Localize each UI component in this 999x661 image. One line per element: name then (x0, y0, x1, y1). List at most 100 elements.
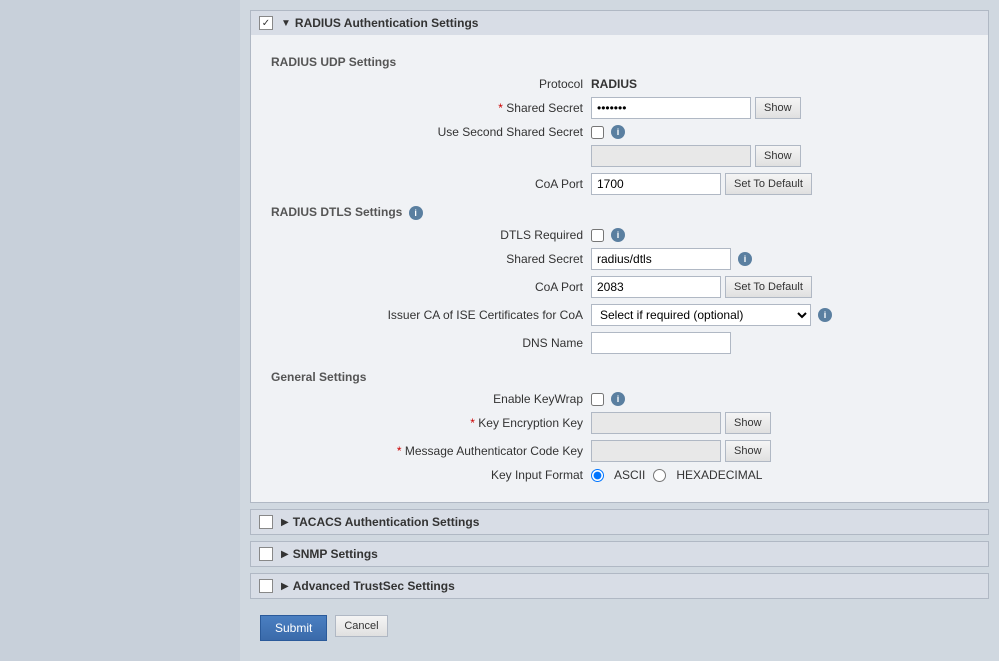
second-shared-secret-input[interactable] (591, 145, 751, 167)
protocol-row: Protocol RADIUS (271, 77, 968, 91)
dtls-coa-port-input[interactable] (591, 276, 721, 298)
snmp-section: ▶ SNMP Settings (250, 541, 989, 567)
ascii-label: ASCII (614, 468, 645, 482)
coa-port-udp-input[interactable] (591, 173, 721, 195)
mac-required-marker: * (397, 444, 405, 458)
snmp-section-title: SNMP Settings (293, 547, 378, 561)
issuer-ca-info-icon[interactable]: i (818, 308, 832, 322)
shared-secret-row: * Shared Secret Show (271, 97, 968, 119)
dtls-subsection-info-icon[interactable]: i (409, 206, 423, 220)
enable-keywrap-label: Enable KeyWrap (271, 392, 591, 406)
coa-port-udp-controls: Set To Default (591, 173, 812, 195)
dns-name-row: DNS Name (271, 332, 968, 354)
mac-key-controls: Show (591, 440, 771, 462)
key-encryption-input[interactable] (591, 412, 721, 434)
dns-name-controls (591, 332, 731, 354)
mac-key-label: * Message Authenticator Code Key (271, 444, 591, 458)
mac-show-button[interactable]: Show (725, 440, 771, 462)
radius-arrow-icon: ▼ (281, 18, 291, 29)
mac-key-input[interactable] (591, 440, 721, 462)
advanced-checkbox[interactable] (259, 579, 273, 593)
dtls-coa-port-label: CoA Port (271, 280, 591, 294)
tacacs-checkbox[interactable] (259, 515, 273, 529)
key-encryption-label: * Key Encryption Key (271, 416, 591, 430)
use-second-shared-secret-row: Use Second Shared Secret i (271, 125, 968, 139)
use-second-shared-secret-checkbox[interactable] (591, 126, 604, 139)
dtls-required-checkbox[interactable] (591, 229, 604, 242)
page-container: ▼ RADIUS Authentication Settings RADIUS … (0, 0, 999, 661)
dtls-subsection-title: RADIUS DTLS Settings i (271, 205, 968, 220)
advanced-section: ▶ Advanced TrustSec Settings (250, 573, 989, 599)
advanced-section-header[interactable]: ▶ Advanced TrustSec Settings (251, 574, 988, 598)
dtls-coa-port-controls: Set To Default (591, 276, 812, 298)
dtls-coa-port-row: CoA Port Set To Default (271, 276, 968, 298)
enable-keywrap-controls: i (591, 392, 625, 406)
dtls-required-controls: i (591, 228, 625, 242)
second-shared-secret-controls: Show (591, 145, 801, 167)
key-input-format-label: Key Input Format (271, 468, 591, 482)
dtls-shared-secret-info-icon[interactable]: i (738, 252, 752, 266)
dtls-required-label: DTLS Required (271, 228, 591, 242)
issuer-ca-row: Issuer CA of ISE Certificates for CoA Se… (271, 304, 968, 326)
radius-section: ▼ RADIUS Authentication Settings RADIUS … (250, 10, 989, 503)
dtls-shared-secret-label: Shared Secret (271, 252, 591, 266)
protocol-value: RADIUS (591, 77, 637, 91)
second-shared-secret-show-button[interactable]: Show (755, 145, 801, 167)
ascii-radio[interactable] (591, 469, 604, 482)
shared-secret-input[interactable] (591, 97, 751, 119)
issuer-ca-label: Issuer CA of ISE Certificates for CoA (271, 308, 591, 322)
key-input-format-row: Key Input Format ASCII HEXADECIMAL (271, 468, 968, 482)
hexadecimal-label: HEXADECIMAL (676, 468, 762, 482)
coa-port-udp-row: CoA Port Set To Default (271, 173, 968, 195)
radius-section-title: RADIUS Authentication Settings (295, 16, 479, 30)
enable-keywrap-info-icon[interactable]: i (611, 392, 625, 406)
coa-port-udp-label: CoA Port (271, 177, 591, 191)
udp-subsection-title: RADIUS UDP Settings (271, 55, 968, 69)
dtls-shared-secret-controls: i (591, 248, 752, 270)
dtls-shared-secret-row: Shared Secret i (271, 248, 968, 270)
tacacs-section: ▶ TACACS Authentication Settings (250, 509, 989, 535)
snmp-checkbox[interactable] (259, 547, 273, 561)
protocol-value-group: RADIUS (591, 77, 637, 91)
dtls-shared-secret-input[interactable] (591, 248, 731, 270)
use-second-shared-secret-label: Use Second Shared Secret (271, 125, 591, 139)
use-second-shared-secret-info-icon[interactable]: i (611, 125, 625, 139)
issuer-ca-controls: Select if required (optional) i (591, 304, 832, 326)
key-encryption-row: * Key Encryption Key Show (271, 412, 968, 434)
radius-checkbox[interactable] (259, 16, 273, 30)
mac-key-row: * Message Authenticator Code Key Show (271, 440, 968, 462)
tacacs-section-header[interactable]: ▶ TACACS Authentication Settings (251, 510, 988, 534)
main-content: ▼ RADIUS Authentication Settings RADIUS … (240, 0, 999, 661)
advanced-arrow-icon: ▶ (281, 581, 289, 592)
key-encryption-controls: Show (591, 412, 771, 434)
second-shared-secret-row: Show (271, 145, 968, 167)
snmp-arrow-icon: ▶ (281, 549, 289, 560)
shared-secret-show-button[interactable]: Show (755, 97, 801, 119)
dtls-coa-port-default-button[interactable]: Set To Default (725, 276, 812, 298)
snmp-section-header[interactable]: ▶ SNMP Settings (251, 542, 988, 566)
tacacs-section-title: TACACS Authentication Settings (293, 515, 480, 529)
coa-port-udp-default-button[interactable]: Set To Default (725, 173, 812, 195)
general-subsection-title: General Settings (271, 370, 968, 384)
issuer-ca-select[interactable]: Select if required (optional) (591, 304, 811, 326)
shared-secret-label: * Shared Secret (271, 101, 591, 115)
cancel-button[interactable]: Cancel (335, 615, 387, 637)
advanced-section-title: Advanced TrustSec Settings (293, 579, 455, 593)
dtls-required-info-icon[interactable]: i (611, 228, 625, 242)
enable-keywrap-row: Enable KeyWrap i (271, 392, 968, 406)
kek-show-button[interactable]: Show (725, 412, 771, 434)
tacacs-arrow-icon: ▶ (281, 517, 289, 528)
sidebar (0, 0, 240, 661)
submit-button[interactable]: Submit (260, 615, 327, 641)
radius-section-header[interactable]: ▼ RADIUS Authentication Settings (251, 11, 988, 35)
protocol-label: Protocol (271, 77, 591, 91)
use-second-shared-secret-controls: i (591, 125, 625, 139)
bottom-buttons: Submit Cancel (250, 605, 989, 651)
hexadecimal-radio[interactable] (653, 469, 666, 482)
dns-name-label: DNS Name (271, 336, 591, 350)
dtls-required-row: DTLS Required i (271, 228, 968, 242)
enable-keywrap-checkbox[interactable] (591, 393, 604, 406)
key-input-format-controls: ASCII HEXADECIMAL (591, 468, 762, 482)
dns-name-input[interactable] (591, 332, 731, 354)
shared-secret-controls: Show (591, 97, 801, 119)
